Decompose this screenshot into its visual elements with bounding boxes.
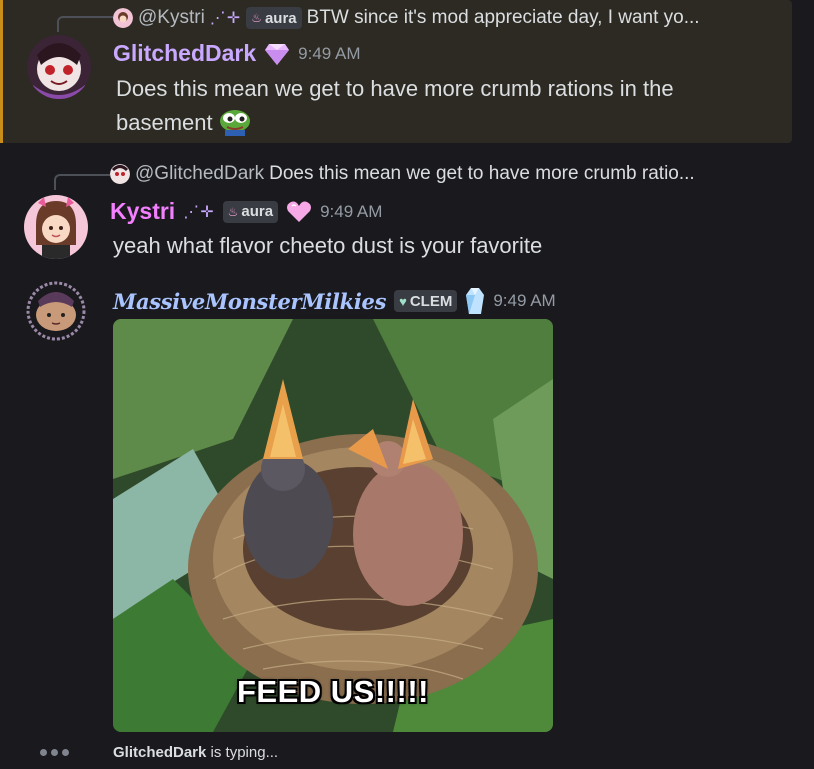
kystri-avatar [24, 195, 88, 259]
crystal-icon [466, 288, 485, 314]
avatar[interactable] [27, 35, 91, 99]
message-header: GlitchedDark 9:49 AM [113, 40, 361, 67]
glitcheddark-reply-avatar[interactable] [110, 164, 130, 184]
reply-spine [54, 174, 110, 190]
glitcheddark-avatar [27, 35, 91, 99]
reply-text[interactable]: Does this mean we get to have more crumb… [269, 163, 695, 185]
reply-text[interactable]: BTW since it's mod appreciate day, I wan… [307, 7, 700, 29]
name-decoration: ⋰✛ [209, 10, 242, 27]
reply-preview[interactable]: @GlitchedDark Does this mean we get to h… [110, 163, 695, 185]
message-kystri[interactable]: @GlitchedDark Does this mean we get to h… [0, 143, 814, 273]
badge-label: aura [264, 9, 297, 27]
timestamp[interactable]: 9:49 AM [320, 202, 382, 222]
badge-label: CLEM [409, 292, 453, 310]
baby-birds-nest-image [113, 319, 553, 732]
message-content: Does this mean we get to have more crumb… [116, 72, 756, 140]
heart-icon [287, 201, 312, 222]
flame-icon: ♨ [227, 204, 239, 219]
gem-icon [265, 43, 290, 65]
typing-dots-icon [40, 749, 69, 756]
avatar[interactable] [24, 279, 88, 343]
typing-text: GlitchedDark is typing... [113, 744, 278, 761]
timestamp[interactable]: 9:49 AM [298, 44, 360, 64]
massivemonstermilkies-avatar [24, 279, 88, 343]
kystri-reply-avatar[interactable] [113, 8, 133, 28]
message-header: Kystri ⋰✛ ♨ aura 9:49 AM [110, 198, 382, 225]
heart-icon: ♥ [399, 293, 407, 309]
message-glitcheddark-1[interactable]: @Kystri ⋰✛ ♨ aura BTW since it's mod app… [0, 0, 792, 143]
typing-indicator: GlitchedDark is typing... [0, 742, 814, 766]
pepe-emoji[interactable] [219, 108, 251, 136]
reply-author[interactable]: @GlitchedDark [135, 163, 264, 185]
aura-badge: ♨ aura [246, 7, 302, 29]
message-content: yeah what flavor cheeto dust is your fav… [113, 229, 542, 263]
message-text: yeah what flavor cheeto dust is your fav… [113, 233, 543, 258]
reply-spine [57, 16, 113, 32]
aura-badge: ♨ aura [222, 200, 279, 223]
gif-caption: FEED US!!!!! [237, 674, 429, 709]
avatar[interactable] [24, 195, 88, 259]
typing-suffix: is typing... [206, 744, 279, 761]
username[interactable]: GlitchedDark [113, 40, 256, 67]
reply-preview[interactable]: @Kystri ⋰✛ ♨ aura BTW since it's mod app… [113, 7, 700, 29]
typing-user: GlitchedDark [113, 744, 207, 761]
reply-author[interactable]: @Kystri [138, 7, 205, 29]
username[interactable]: Kystri [110, 198, 175, 225]
timestamp[interactable]: 9:49 AM [493, 291, 555, 311]
message-header: MassiveMonsterMilkies ♥ CLEM 9:49 AM [113, 287, 556, 315]
clem-badge: ♥ CLEM [394, 290, 458, 312]
badge-label: aura [241, 203, 274, 220]
name-decoration: ⋰✛ [183, 203, 215, 221]
message-text: Does this mean we get to have more crumb… [116, 76, 674, 135]
gif-attachment[interactable]: FEED US!!!!! [113, 319, 553, 732]
username[interactable]: MassiveMonsterMilkies [113, 289, 386, 314]
flame-icon: ♨ [251, 11, 262, 25]
